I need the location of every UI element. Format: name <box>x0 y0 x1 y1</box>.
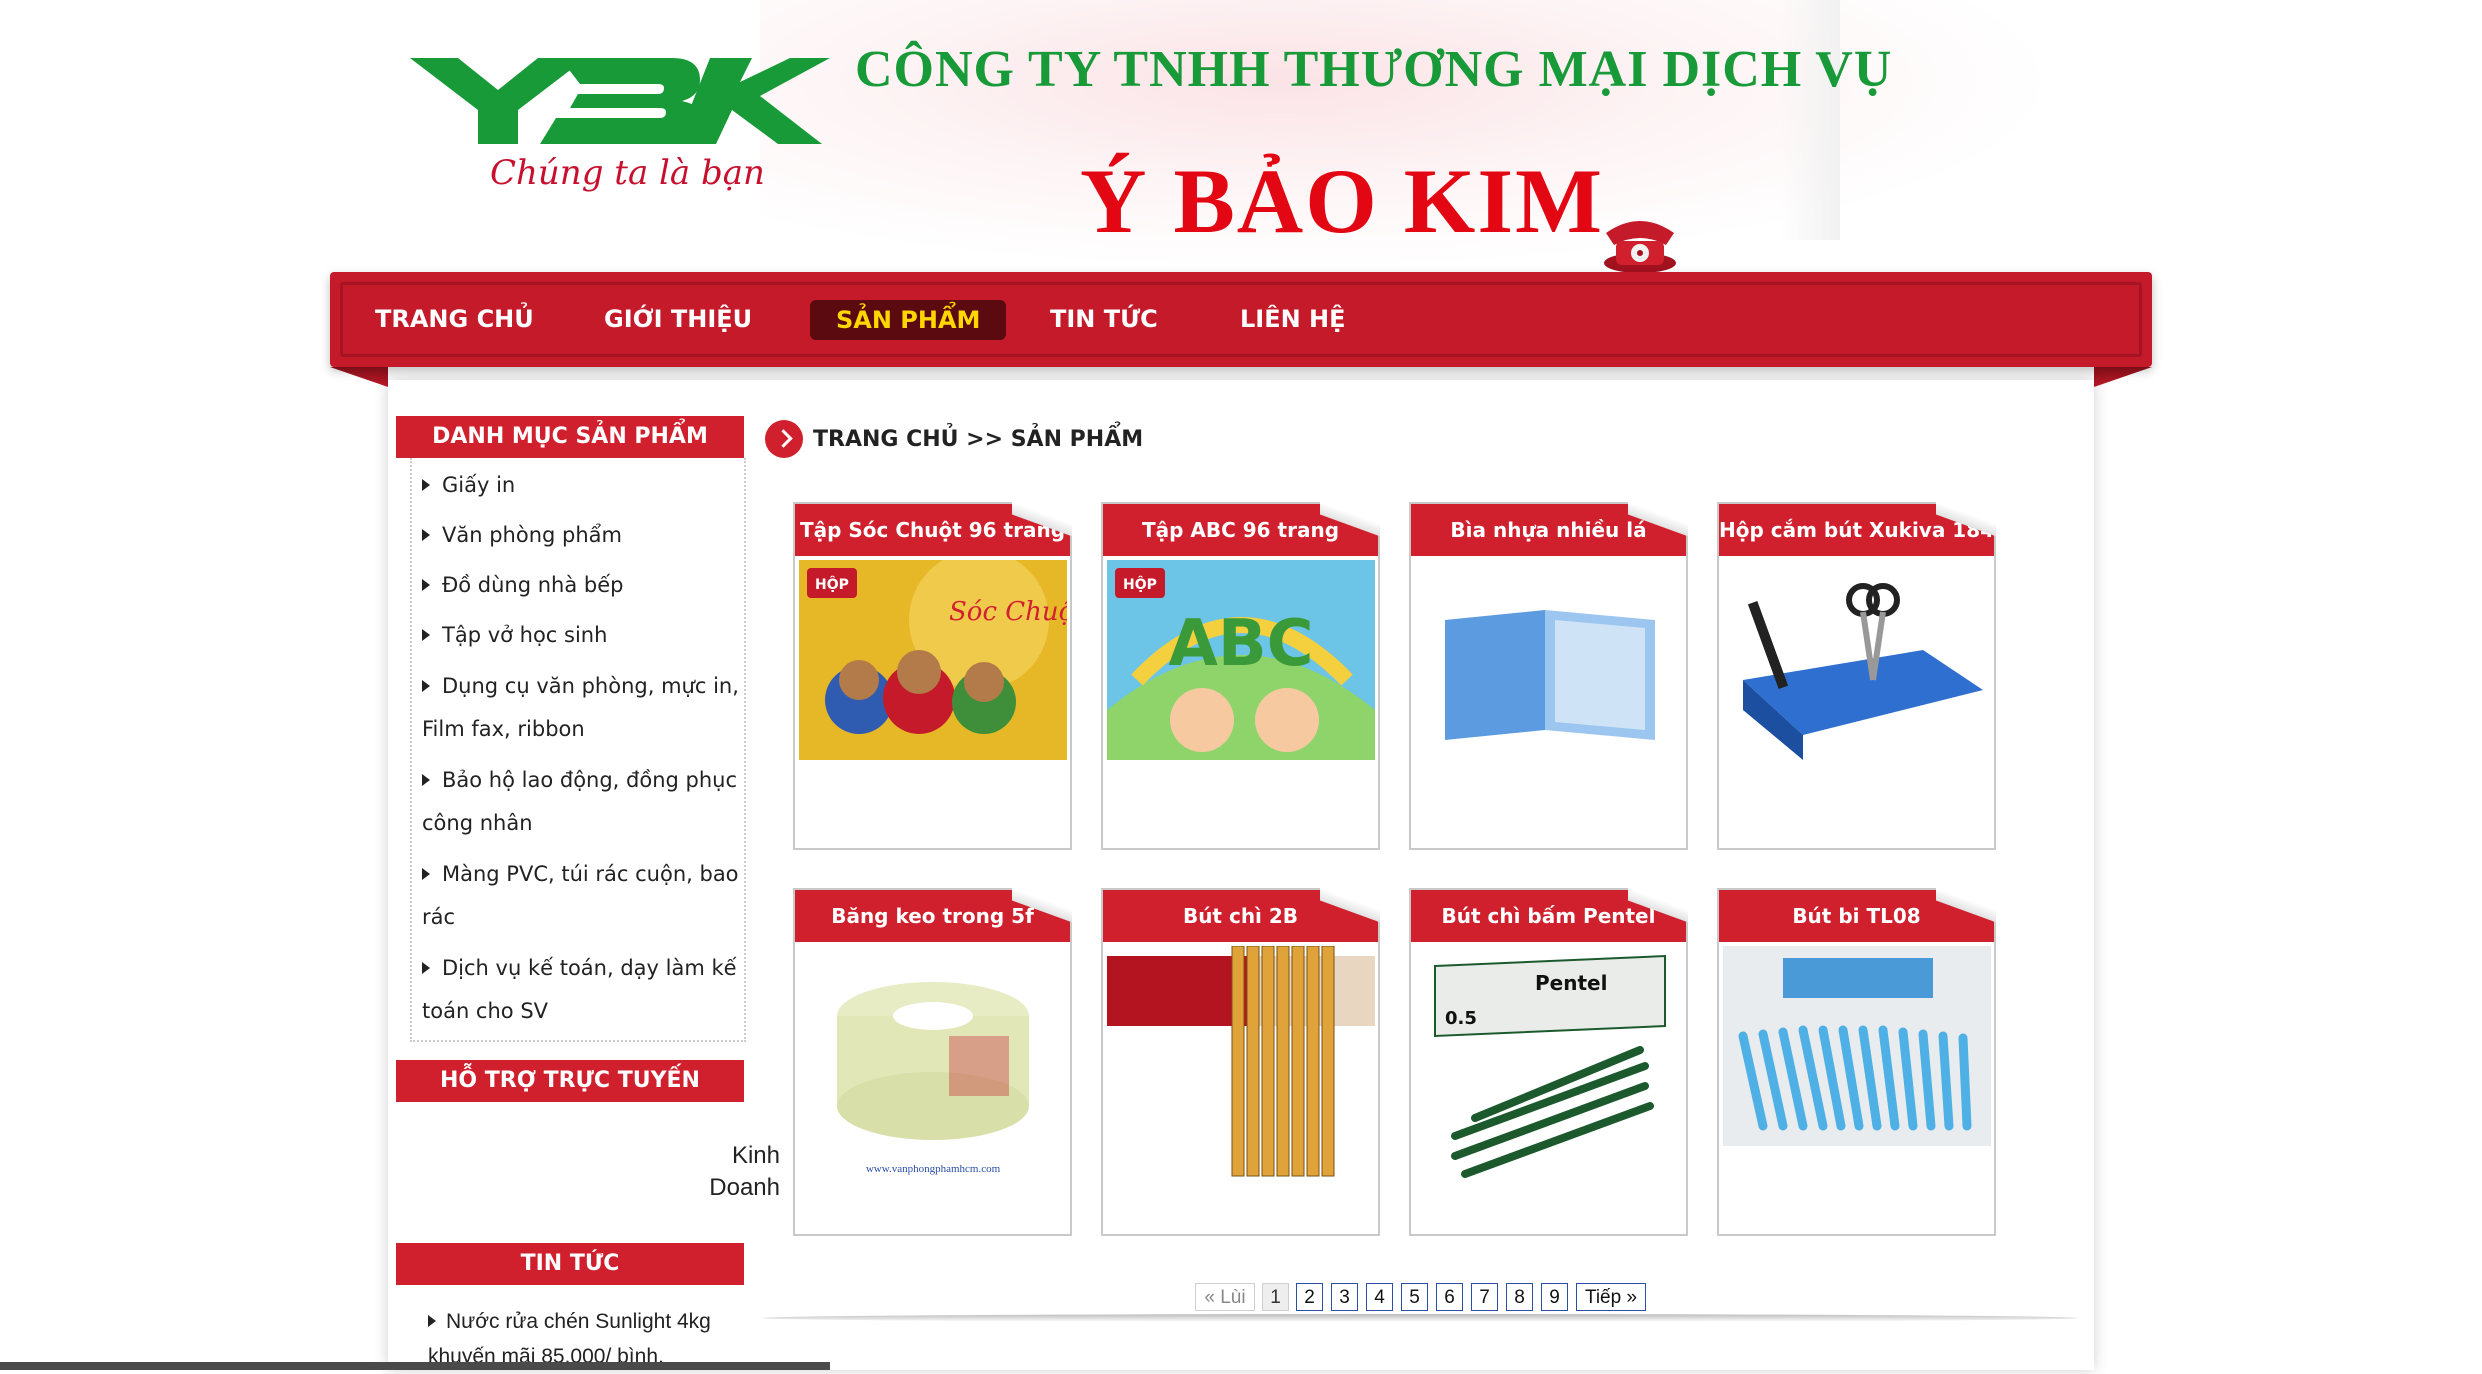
bottom-scroll-strip <box>0 1362 830 1370</box>
product-image[interactable] <box>1415 560 1683 760</box>
product-card[interactable]: Bút bi TL08 <box>1717 888 1996 1236</box>
product-image[interactable]: www.vanphongphamhcm.com <box>799 946 1067 1186</box>
page-curl-decoration <box>1628 502 1688 542</box>
pagination-page[interactable]: 4 <box>1366 1283 1393 1311</box>
product-image[interactable]: Pentel 0.5 <box>1415 946 1683 1186</box>
arrow-right-icon <box>422 629 430 641</box>
pagination-page[interactable]: 2 <box>1296 1283 1323 1311</box>
page-curl-decoration <box>1936 502 1996 542</box>
pagination-prev-button[interactable]: « Lùi <box>1195 1283 1255 1311</box>
pagination-page[interactable]: 8 <box>1506 1283 1533 1311</box>
chevron-right-icon <box>765 420 803 458</box>
product-card[interactable]: Tập ABC 96 trang HỘP ABC <box>1101 502 1380 850</box>
nav-san-pham[interactable]: SẢN PHẨM <box>810 300 1007 340</box>
category-item[interactable]: Màng PVC, túi rác cuộn, bao rác <box>422 853 742 939</box>
product-card[interactable]: Bút chì 2B <box>1101 888 1380 1236</box>
category-item[interactable]: Tập vở học sinh <box>422 614 742 657</box>
nav-fold-left <box>330 367 388 387</box>
svg-text:HỘP: HỘP <box>1123 575 1157 593</box>
svg-text:0.5: 0.5 <box>1445 1008 1477 1029</box>
page-curl-decoration <box>1628 888 1688 928</box>
categories-title: DANH MỤC SẢN PHẨM <box>396 416 744 458</box>
page-curl-decoration <box>1320 888 1380 928</box>
product-card[interactable]: Băng keo trong 5f www.vanphongphamhcm.co… <box>793 888 1072 1236</box>
company-logo[interactable]: Chúng ta là bạn <box>410 58 830 208</box>
pagination-next-button[interactable]: Tiếp » <box>1576 1283 1646 1311</box>
product-card[interactable]: Hộp cắm bút Xukiva 184 <box>1717 502 1996 850</box>
page-curl-decoration <box>1012 888 1072 928</box>
arrow-right-icon <box>422 529 430 541</box>
pagination-page[interactable]: 7 <box>1471 1283 1498 1311</box>
arrow-right-icon <box>422 962 430 974</box>
arrow-right-icon <box>428 1315 436 1328</box>
product-image[interactable]: HỘP ABC <box>1107 560 1375 760</box>
header-page-curl <box>1780 0 1840 240</box>
nav-gioi-thieu[interactable]: GIỚI THIỆU <box>604 272 752 367</box>
svg-text:Sóc Chuột: Sóc Chuột <box>949 597 1067 627</box>
category-item[interactable]: Văn phòng phẩm <box>422 514 742 557</box>
product-image[interactable] <box>1107 946 1375 1186</box>
logo-slogan: Chúng ta là bạn <box>490 153 765 193</box>
product-card[interactable]: Bút chì bấm Pentel Pentel 0.5 <box>1409 888 1688 1236</box>
breadcrumb: TRANG CHỦ >> SẢN PHẨM <box>813 427 1144 452</box>
category-item[interactable]: Dụng cụ văn phòng, mực in, Film fax, rib… <box>422 665 742 751</box>
support-contact-sales[interactable]: Kinh Doanh <box>680 1140 780 1204</box>
news-title: TIN TỨC <box>396 1243 744 1285</box>
svg-text:www.vanphongphamhcm.com: www.vanphongphamhcm.com <box>866 1163 1001 1175</box>
svg-text:HỘP: HỘP <box>815 575 849 593</box>
page-curl-decoration <box>1012 502 1072 542</box>
product-image[interactable]: HỘP Sóc Chuột <box>799 560 1067 760</box>
arrow-right-icon <box>422 479 430 491</box>
product-image[interactable] <box>1723 946 1991 1146</box>
online-support-title: HỖ TRỢ TRỰC TUYẾN <box>396 1060 744 1102</box>
product-image[interactable] <box>1723 560 1991 760</box>
main-navigation: TRANG CHỦ GIỚI THIỆU SẢN PHẨM TIN TỨC LI… <box>330 272 2152 367</box>
category-item[interactable]: Giấy in <box>422 464 742 507</box>
nav-trang-chu[interactable]: TRANG CHỦ <box>375 272 534 367</box>
product-card[interactable]: Tập Sóc Chuột 96 trang HỘP Sóc Chuột <box>793 502 1072 850</box>
content-bottom-shadow <box>762 1314 2078 1322</box>
pagination-page[interactable]: 3 <box>1331 1283 1358 1311</box>
category-item[interactable]: Dịch vụ kế toán, dạy làm kế toán cho SV <box>422 947 742 1033</box>
page-curl-decoration <box>1936 888 1996 928</box>
nav-lien-he[interactable]: LIÊN HỆ <box>1240 272 1346 367</box>
arrow-right-icon <box>422 868 430 880</box>
ybk-logo-icon <box>410 58 830 144</box>
category-item[interactable]: Đồ dùng nhà bếp <box>422 564 742 607</box>
product-card[interactable]: Bìa nhựa nhiều lá <box>1409 502 1688 850</box>
arrow-right-icon <box>422 579 430 591</box>
svg-text:Pentel: Pentel <box>1535 971 1607 995</box>
company-name-line2: Ý BẢO KIM <box>1080 150 1604 252</box>
company-name-line1: CÔNG TY TNHH THƯƠNG MẠI DỊCH VỤ <box>855 41 1893 98</box>
pagination-page-current[interactable]: 1 <box>1262 1283 1289 1311</box>
svg-text:ABC: ABC <box>1168 607 1313 681</box>
nav-fold-right <box>2094 367 2152 387</box>
category-item[interactable]: Bảo hộ lao động, đồng phục công nhân <box>422 759 742 845</box>
arrow-right-icon <box>422 680 430 692</box>
nav-tin-tuc[interactable]: TIN TỨC <box>1050 272 1158 367</box>
telephone-icon <box>1600 205 1680 275</box>
pagination-page[interactable]: 9 <box>1541 1283 1568 1311</box>
pagination-page[interactable]: 5 <box>1401 1283 1428 1311</box>
page-curl-decoration <box>1320 502 1380 542</box>
arrow-right-icon <box>422 774 430 786</box>
pagination-page[interactable]: 6 <box>1436 1283 1463 1311</box>
